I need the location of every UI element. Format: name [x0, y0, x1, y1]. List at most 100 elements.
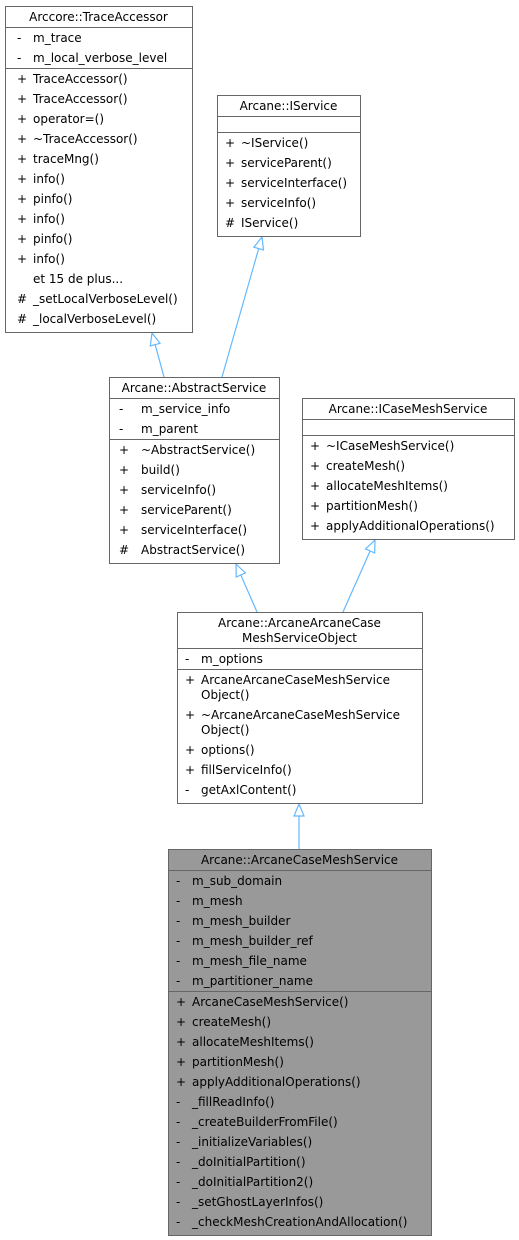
visibility-marker: + [17, 232, 27, 246]
method-name[interactable]: pinfo() [33, 192, 73, 206]
attribute-name[interactable]: m_trace [33, 31, 82, 45]
visibility-marker: + [119, 443, 129, 457]
method-name[interactable]: serviceParent() [141, 503, 232, 517]
method-name[interactable]: createMesh() [192, 1015, 271, 1029]
method-name[interactable]: ~AbstractService() [141, 443, 255, 457]
visibility-marker: - [17, 31, 21, 45]
visibility-marker: - [119, 402, 123, 416]
method-name[interactable]: _initializeVariables() [191, 1135, 312, 1149]
class-box-abstract-service[interactable]: Arcane::AbstractService-m_service_info-m… [109, 377, 280, 564]
method-name[interactable]: options() [201, 743, 255, 757]
visibility-marker: + [310, 499, 320, 513]
method-name[interactable]: applyAdditionalOperations() [326, 519, 495, 533]
visibility-marker: # [17, 312, 27, 326]
method-name[interactable]: getAxlContent() [201, 783, 296, 797]
method-name[interactable]: ~ICaseMeshService() [326, 439, 454, 453]
attribute-name[interactable]: m_local_verbose_level [33, 51, 167, 65]
inheritance-arrow-icon [252, 235, 265, 251]
visibility-marker: + [119, 483, 129, 497]
method-name[interactable]: _setLocalVerboseLevel() [32, 292, 178, 306]
attribute-name[interactable]: m_partitioner_name [192, 974, 313, 988]
method-name[interactable]: ArcaneCaseMeshService() [192, 995, 349, 1009]
method-name[interactable]: info() [33, 172, 65, 186]
method-name[interactable]: et 15 de plus... [33, 272, 123, 286]
method-name[interactable]: build() [141, 463, 180, 477]
visibility-marker: - [176, 1215, 180, 1229]
visibility-marker: + [17, 252, 27, 266]
visibility-marker: - [176, 894, 180, 908]
method-name[interactable]: AbstractService() [141, 543, 245, 557]
visibility-marker: - [185, 652, 189, 666]
method-name[interactable]: allocateMeshItems() [192, 1035, 314, 1049]
visibility-marker: - [176, 874, 180, 888]
visibility-marker: + [225, 176, 235, 190]
method-name[interactable]: info() [33, 252, 65, 266]
method-name[interactable]: applyAdditionalOperations() [192, 1075, 361, 1089]
method-name[interactable]: serviceInfo() [141, 483, 216, 497]
attribute-name[interactable]: m_parent [141, 422, 198, 436]
method-name[interactable]: serviceInterface() [241, 176, 347, 190]
edge-line [154, 344, 165, 378]
method-name[interactable]: ~TraceAccessor() [33, 132, 138, 146]
method-name[interactable]: IService() [241, 216, 298, 230]
visibility-marker: + [17, 212, 27, 226]
visibility-marker: + [176, 1015, 186, 1029]
method-name[interactable]: operator=() [33, 112, 104, 126]
attribute-name[interactable]: m_mesh_builder [192, 914, 291, 928]
method-name[interactable]: ~ArcaneArcaneCaseMeshService [201, 708, 400, 722]
visibility-marker: + [17, 112, 27, 126]
method-name[interactable]: traceMng() [33, 152, 99, 166]
method-name[interactable]: _localVerboseLevel() [32, 312, 156, 326]
visibility-marker: + [310, 479, 320, 493]
visibility-marker: + [310, 459, 320, 473]
visibility-marker: + [176, 1055, 186, 1069]
method-name[interactable]: ~IService() [241, 136, 308, 150]
method-name[interactable]: pinfo() [33, 232, 73, 246]
visibility-marker: + [310, 439, 320, 453]
method-name[interactable]: _checkMeshCreationAndAllocation() [191, 1215, 407, 1229]
visibility-marker: + [185, 708, 195, 722]
attribute-name[interactable]: m_mesh_builder_ref [192, 934, 313, 948]
visibility-marker: - [176, 934, 180, 948]
visibility-marker: + [176, 1075, 186, 1089]
class-diagram: Arccore::TraceAccessor-m_trace-m_local_v… [5, 6, 515, 1236]
class-box-icase-mesh-service[interactable]: Arcane::ICaseMeshService+ ~ICaseMeshServi… [302, 398, 515, 540]
method-name[interactable]: createMesh() [326, 459, 405, 473]
method-name[interactable]: _doInitialPartition2() [191, 1175, 313, 1189]
inheritance-arrow-icon [235, 562, 247, 578]
visibility-marker: - [176, 1135, 180, 1149]
method-name[interactable]: serviceInfo() [241, 196, 316, 210]
method-name[interactable]: _doInitialPartition() [191, 1155, 306, 1169]
class-box-service-object[interactable]: Arcane::ArcaneArcaneCaseMeshServiceObjec… [177, 612, 423, 804]
method-name[interactable]: TraceAccessor() [32, 72, 128, 86]
method-name[interactable]: _createBuilderFromFile() [191, 1115, 338, 1129]
method-name[interactable]: _setGhostLayerInfos() [191, 1195, 323, 1209]
class-box-iservice[interactable]: Arcane::IService+ ~IService()+ servicePare… [217, 95, 361, 237]
method-name[interactable]: ArcaneArcaneCaseMeshService [201, 673, 390, 687]
method-name[interactable]: info() [33, 212, 65, 226]
attribute-name[interactable]: m_sub_domain [192, 874, 282, 888]
class-box-case-mesh-service[interactable]: Arcane::ArcaneCaseMeshService-m_sub_doma… [168, 849, 432, 1236]
attribute-name[interactable]: m_service_info [141, 402, 230, 416]
inheritance-arrow-icon [364, 538, 376, 554]
method-name[interactable]: TraceAccessor() [32, 92, 128, 106]
attribute-name[interactable]: m_mesh [192, 894, 243, 908]
method-name[interactable]: partitionMesh() [192, 1055, 284, 1069]
method-name[interactable]: _fillReadInfo() [191, 1095, 274, 1109]
method-name[interactable]: allocateMeshItems() [326, 479, 448, 493]
method-name[interactable]: serviceParent() [241, 156, 332, 170]
edge-line [342, 550, 371, 613]
class-box-trace-accessor[interactable]: Arccore::TraceAccessor-m_trace-m_local_v… [5, 6, 193, 333]
visibility-marker: - [176, 1115, 180, 1129]
visibility-marker: - [17, 51, 21, 65]
visibility-marker: + [185, 763, 195, 777]
class-title: MeshServiceObject [242, 631, 357, 645]
method-name[interactable]: serviceInterface() [141, 523, 247, 537]
method-name[interactable]: partitionMesh() [326, 499, 418, 513]
method-name[interactable]: fillServiceInfo() [201, 763, 292, 777]
attribute-name[interactable]: m_options [201, 652, 263, 666]
visibility-marker: - [176, 954, 180, 968]
inheritance-edge [342, 538, 376, 613]
visibility-marker: + [225, 196, 235, 210]
attribute-name[interactable]: m_mesh_file_name [192, 954, 307, 968]
